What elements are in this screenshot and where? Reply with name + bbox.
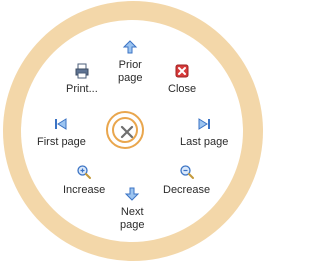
- close-label: Close: [168, 83, 197, 95]
- print-label: Print...: [66, 83, 98, 95]
- prior-page-label-line-1: Prior: [118, 59, 142, 71]
- prior-page-button[interactable]: Prior page: [118, 39, 142, 85]
- last-page-button[interactable]: Last page: [180, 116, 228, 149]
- prior-page-label-line-2: page: [118, 72, 143, 84]
- decrease-button[interactable]: Decrease: [163, 164, 210, 197]
- next-page-button[interactable]: Next page: [120, 186, 144, 232]
- first-page-label: First page: [37, 136, 86, 148]
- last-page-label: Last page: [180, 136, 229, 148]
- close-button[interactable]: Close: [168, 63, 196, 96]
- decrease-label: Decrease: [163, 184, 211, 196]
- next-page-label-line-1: Next: [120, 206, 144, 218]
- zoom-out-icon: [179, 165, 194, 179]
- printer-icon: [75, 63, 89, 79]
- print-button[interactable]: Print...: [66, 63, 98, 96]
- first-page-icon: [55, 118, 67, 130]
- first-page-button[interactable]: First page: [37, 116, 86, 149]
- increase-label: Increase: [63, 184, 106, 196]
- next-page-label-line-2: page: [120, 219, 145, 231]
- radial-menu: Prior page Close Print... First page Las…: [0, 0, 266, 263]
- increase-button[interactable]: Increase: [63, 164, 105, 197]
- arrow-up-icon: [123, 40, 138, 54]
- close-red-icon: [175, 64, 189, 78]
- close-x-icon: [120, 125, 134, 139]
- arrow-down-icon: [125, 187, 140, 201]
- last-page-icon: [198, 118, 211, 130]
- center-close-button[interactable]: [106, 111, 144, 149]
- zoom-in-icon: [77, 165, 92, 179]
